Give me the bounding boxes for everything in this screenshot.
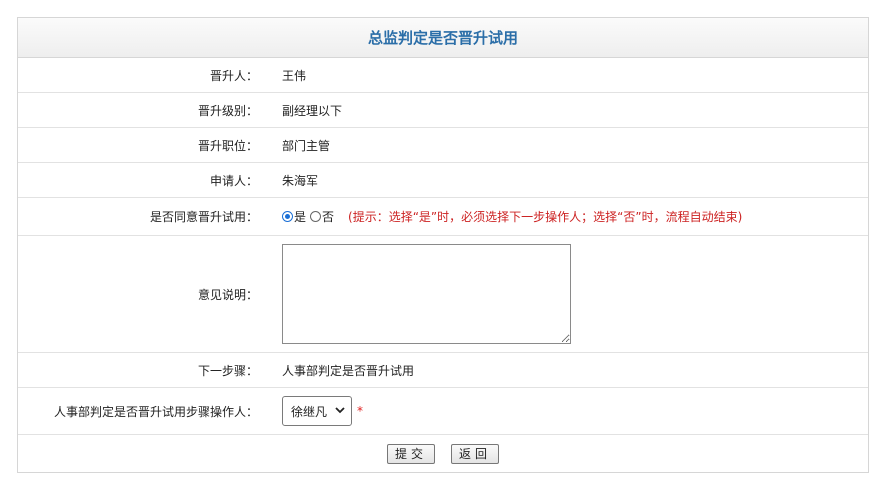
position-value: 部门主管 <box>282 138 331 153</box>
applicant-label: 申请人： <box>209 173 258 188</box>
promotee-value: 王伟 <box>282 68 307 83</box>
agree-yes-label[interactable]: 是 <box>294 208 306 225</box>
level-label: 晋升级别： <box>197 103 258 118</box>
promotee-label: 晋升人： <box>209 68 258 83</box>
agree-no-label[interactable]: 否 <box>322 208 334 225</box>
level-value: 副经理以下 <box>282 103 343 118</box>
agree-radio-group: 是 否 (提示：选择“是”时，必须选择下一步操作人；选择“否”时，流程自动结束) <box>268 198 868 235</box>
opinion-cell <box>268 236 868 352</box>
radio-unchecked-icon[interactable] <box>310 211 322 222</box>
back-button[interactable]: 返回 <box>451 443 500 464</box>
chevron-down-icon <box>335 406 345 417</box>
operator-cell: 徐继凡 * <box>268 388 868 434</box>
operator-label: 人事部判定是否晋升试用步骤操作人： <box>53 404 258 419</box>
applicant-row: 申请人： 朱海军 <box>18 163 868 198</box>
level-row: 晋升级别： 副经理以下 <box>18 93 868 128</box>
next-step-value: 人事部判定是否晋升试用 <box>282 363 415 378</box>
promotion-form: 总监判定是否晋升试用 晋升人： 王伟 晋升级别： 副经理以下 晋升职位： 部门主… <box>17 17 869 473</box>
operator-row: 人事部判定是否晋升试用步骤操作人： 徐继凡 * <box>18 388 868 435</box>
operator-selected-value: 徐继凡 <box>291 404 328 419</box>
agree-yes-radio[interactable]: 是 <box>282 208 306 225</box>
next-step-label: 下一步骤： <box>197 363 258 378</box>
agree-row: 是否同意晋升试用： 是 否 (提示：选择“是”时，必须选择下一步操作人；选择“否… <box>18 198 868 236</box>
submit-button[interactable]: 提交 <box>386 443 435 464</box>
agree-no-radio[interactable]: 否 <box>310 208 334 225</box>
position-label: 晋升职位： <box>197 138 258 153</box>
required-mark: * <box>357 404 363 418</box>
applicant-value: 朱海军 <box>282 173 319 188</box>
opinion-row: 意见说明： <box>18 236 868 353</box>
opinion-label: 意见说明： <box>197 287 258 302</box>
position-row: 晋升职位： 部门主管 <box>18 128 868 163</box>
form-title: 总监判定是否晋升试用 <box>18 18 868 58</box>
opinion-textarea[interactable] <box>282 244 571 344</box>
operator-select[interactable]: 徐继凡 <box>282 396 352 426</box>
agree-hint: (提示：选择“是”时，必须选择下一步操作人；选择“否”时，流程自动结束) <box>348 210 743 224</box>
button-row: 提交 返回 <box>18 435 868 472</box>
agree-label: 是否同意晋升试用： <box>149 210 258 224</box>
promotee-row: 晋升人： 王伟 <box>18 58 868 93</box>
next-step-row: 下一步骤： 人事部判定是否晋升试用 <box>18 353 868 388</box>
radio-checked-icon[interactable] <box>282 211 293 222</box>
